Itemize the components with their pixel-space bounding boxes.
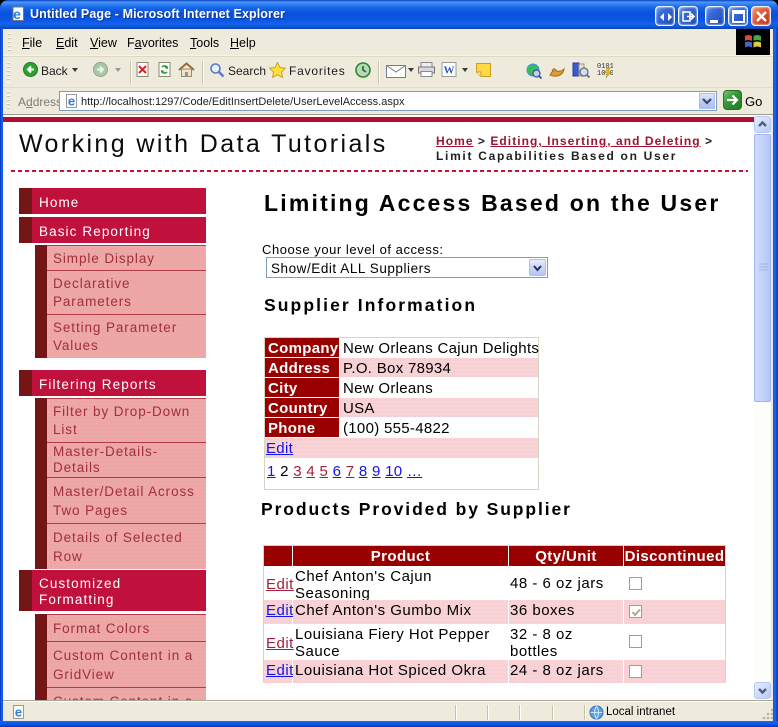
svg-text:1010: 1010 <box>597 70 613 78</box>
svg-text:e: e <box>68 94 75 109</box>
svg-text:e: e <box>13 6 21 22</box>
svg-text:e: e <box>15 705 22 720</box>
svg-text:W: W <box>444 65 455 77</box>
